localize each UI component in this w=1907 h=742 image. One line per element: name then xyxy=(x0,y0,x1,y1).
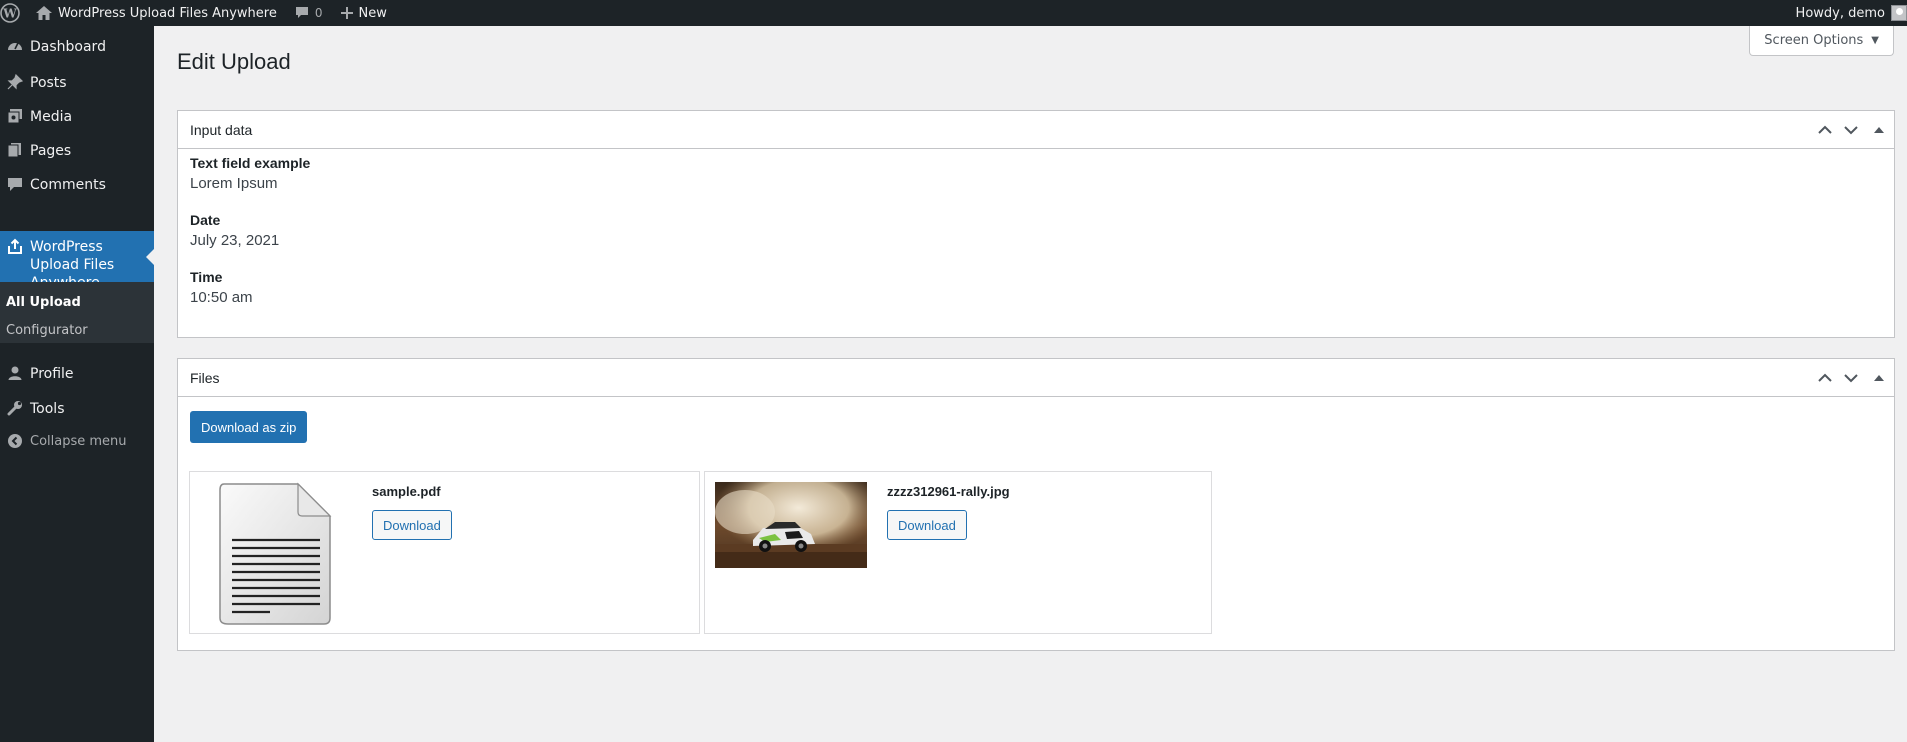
my-account-link[interactable]: Howdy, demo xyxy=(1788,0,1907,26)
field-value: July 23, 2021 xyxy=(190,232,280,249)
submenu: All Upload Configurator xyxy=(0,282,154,343)
menu-item-comments[interactable]: Comments xyxy=(0,176,154,198)
comment-icon xyxy=(0,176,30,192)
collapse-icon xyxy=(0,433,30,449)
file-card: zzzz312961-rally.jpg Download xyxy=(704,471,1212,634)
menu-item-tools[interactable]: Tools xyxy=(0,400,154,422)
comment-bubble-icon xyxy=(295,6,309,20)
menu-label: Tools xyxy=(30,401,65,417)
page-title: Edit Upload xyxy=(177,49,291,74)
move-up-icon[interactable] xyxy=(1812,359,1838,397)
menu-item-media[interactable]: Media xyxy=(0,108,154,130)
menu-item-upload-files-anywhere[interactable]: WordPress Upload Files Anywhere xyxy=(0,231,154,291)
menu-label: Profile xyxy=(30,366,74,382)
input-data-postbox: Input data Text field example Lorem Ipsu… xyxy=(177,110,1895,338)
submenu-item-all-upload[interactable]: All Upload xyxy=(0,289,154,317)
pages-icon xyxy=(0,142,30,158)
handle-actions xyxy=(1812,359,1894,397)
postbox-title: Files xyxy=(190,369,220,386)
menu-item-dashboard[interactable]: Dashboard xyxy=(0,38,154,58)
site-name-link[interactable]: WordPress Upload Files Anywhere xyxy=(26,0,285,26)
new-label: New xyxy=(358,5,387,21)
move-down-icon[interactable] xyxy=(1838,111,1864,149)
media-icon xyxy=(0,108,30,124)
files-postbox: Files Download as zip sample.pdf Downloa… xyxy=(177,358,1895,651)
file-name: sample.pdf xyxy=(372,484,441,499)
menu-label: Media xyxy=(30,109,73,125)
field-label: Time xyxy=(190,269,223,285)
download-zip-button[interactable]: Download as zip xyxy=(190,411,308,443)
field-label: Text field example xyxy=(190,155,311,171)
comments-link[interactable]: 0 xyxy=(285,0,331,26)
menu-item-pages[interactable]: Pages xyxy=(0,142,154,164)
triangle-down-icon: ▼ xyxy=(1871,35,1879,46)
svg-text:W: W xyxy=(2,7,17,21)
user-icon xyxy=(0,365,30,381)
move-up-icon[interactable] xyxy=(1812,111,1838,149)
upload-icon xyxy=(0,238,30,254)
wordpress-logo-icon[interactable]: W xyxy=(0,0,26,26)
download-file-button[interactable]: Download xyxy=(372,510,452,540)
screen-options-button[interactable]: Screen Options ▼ xyxy=(1749,26,1894,56)
admin-bar: W WordPress Upload Files Anywhere 0 New … xyxy=(0,0,1907,26)
postbox-header: Files xyxy=(178,359,1894,397)
menu-label: Comments xyxy=(30,177,106,193)
field-value: 10:50 am xyxy=(190,289,253,306)
menu-label: Pages xyxy=(30,143,72,159)
document-icon xyxy=(216,482,336,630)
new-content-link[interactable]: New xyxy=(331,0,395,26)
main-content: Screen Options ▼ Edit Upload Input data … xyxy=(154,26,1907,742)
submenu-item-configurator[interactable]: Configurator xyxy=(0,317,154,345)
menu-item-profile[interactable]: Profile xyxy=(0,365,154,387)
postbox-header: Input data xyxy=(178,111,1894,149)
wrench-icon xyxy=(0,400,30,416)
admin-menu: Dashboard Posts Media Pages Comments Wor… xyxy=(0,26,154,742)
collapse-label: Collapse menu xyxy=(30,434,127,449)
menu-item-posts[interactable]: Posts xyxy=(0,74,154,96)
home-icon xyxy=(36,6,52,20)
avatar xyxy=(1891,5,1907,21)
handle-actions xyxy=(1812,111,1894,149)
toggle-panel-icon[interactable] xyxy=(1864,359,1894,397)
toggle-panel-icon[interactable] xyxy=(1864,111,1894,149)
dashboard-icon xyxy=(0,38,30,54)
file-card: sample.pdf Download xyxy=(189,471,700,634)
pin-icon xyxy=(0,74,30,90)
move-down-icon[interactable] xyxy=(1838,359,1864,397)
menu-label: Posts xyxy=(30,75,67,91)
menu-label: Dashboard xyxy=(30,39,106,55)
plus-icon xyxy=(340,7,353,19)
field-label: Date xyxy=(190,212,221,228)
postbox-title: Input data xyxy=(190,121,253,138)
collapse-menu-button[interactable]: Collapse menu xyxy=(0,433,154,455)
site-name: WordPress Upload Files Anywhere xyxy=(58,5,277,21)
field-value: Lorem Ipsum xyxy=(190,175,278,192)
rally-car-photo xyxy=(715,482,867,568)
howdy-text: Howdy, demo xyxy=(1795,5,1885,21)
comments-count: 0 xyxy=(314,6,323,20)
screen-options-label: Screen Options xyxy=(1764,33,1864,48)
download-file-button[interactable]: Download xyxy=(887,510,967,540)
file-name: zzzz312961-rally.jpg xyxy=(887,484,1010,499)
